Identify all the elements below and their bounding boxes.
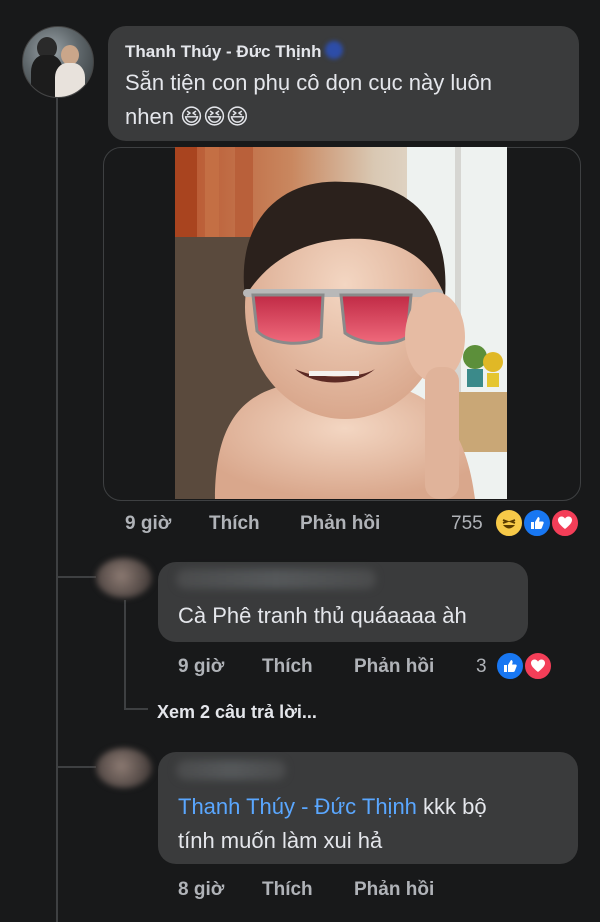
thread-line-reply-1 [124,600,126,710]
avatar[interactable] [96,748,152,788]
love-reaction-icon[interactable] [550,508,580,538]
reply-author-name-blurred[interactable] [176,569,376,589]
avatar[interactable] [96,558,152,598]
thread-branch-reply-1-h [58,576,96,578]
avatar-figure [55,63,85,97]
like-button[interactable]: Thích [262,879,313,901]
reply-timestamp[interactable]: 8 giờ [178,879,224,901]
avatar[interactable] [22,26,94,98]
reply-text-after-mention: kkk bộ [416,794,487,819]
heart-icon [558,516,572,529]
reply-button[interactable]: Phản hồi [354,656,434,678]
reaction-count[interactable]: 3 [476,656,487,678]
heart-icon [531,659,545,672]
love-reaction-icon[interactable] [523,651,553,681]
reply-text: Cà Phê tranh thủ quáaaaa àh [178,603,467,628]
comment-author[interactable]: Thanh Thúy - Đức Thịnh [125,41,344,62]
comment-text-line-1: Sẵn tiện con phụ cô dọn cục này luôn [125,70,492,95]
view-more-replies-link[interactable]: Xem 2 câu trả lời... [157,702,317,723]
haha-reaction-icon[interactable] [494,508,524,538]
thread-branch-reply-2-h [58,766,96,768]
comment-timestamp[interactable]: 9 giờ [125,513,171,535]
reply-text-line-1: Thanh Thúy - Đức Thịnh kkk bộ [178,790,487,824]
mention-link[interactable]: Thanh Thúy - Đức Thịnh [178,794,417,819]
comment-text-line-2: nhen 😆😆😆 [125,104,249,129]
reply-button[interactable]: Phản hồi [300,513,380,535]
comment-author-name[interactable]: Thanh Thúy - Đức Thịnh [125,42,321,61]
thumbs-up-icon [504,660,517,672]
like-button[interactable]: Thích [262,656,313,678]
verified-badge-icon [325,41,344,59]
like-reaction-icon[interactable] [495,651,525,681]
haha-face-icon [502,519,516,529]
reaction-count[interactable]: 755 [451,513,483,535]
reply-text-line-2: tính muốn làm xui hả [178,828,383,853]
avatar-figure [61,45,79,65]
comment-photo[interactable] [175,147,507,499]
reply-author-name-blurred[interactable] [176,760,286,780]
like-reaction-icon[interactable] [522,508,552,538]
child-sunglasses-photo-icon [175,147,507,499]
reply-button[interactable]: Phản hồi [354,879,434,901]
like-button[interactable]: Thích [209,513,260,535]
thread-line-main [56,98,58,922]
thread-branch-view-replies [126,708,148,710]
thumbs-up-icon [531,517,544,529]
reply-timestamp[interactable]: 9 giờ [178,656,224,678]
